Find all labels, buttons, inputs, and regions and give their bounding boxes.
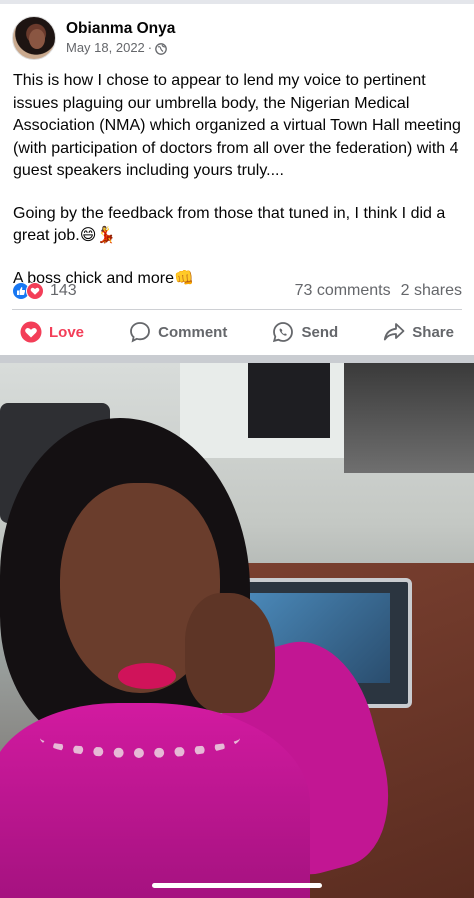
send-label: Send	[301, 323, 339, 341]
post-header: Obianma Onya May 18, 2022 ·	[12, 16, 175, 60]
author-info: Obianma Onya May 18, 2022 ·	[66, 19, 175, 57]
share-label: Share	[412, 323, 454, 341]
globe-icon[interactable]	[155, 42, 167, 55]
love-icon	[26, 282, 44, 300]
comment-label: Comment	[158, 323, 228, 341]
top-divider	[0, 0, 474, 4]
reaction-summary[interactable]: 143	[12, 282, 77, 300]
author-name[interactable]: Obianma Onya	[66, 19, 175, 39]
meta-separator: ·	[147, 40, 153, 55]
comment-button[interactable]: Comment	[121, 312, 235, 352]
engagement-bar: 143 73 comments 2 shares	[12, 280, 462, 302]
love-button[interactable]: Love	[12, 312, 92, 352]
whatsapp-send-icon	[272, 321, 294, 343]
share-arrow-icon	[383, 321, 405, 343]
reaction-count: 143	[50, 282, 77, 299]
feed-separator	[0, 355, 474, 363]
comment-icon	[129, 321, 151, 343]
author-avatar[interactable]	[12, 16, 56, 60]
post-body: This is how I chose to appear to lend my…	[13, 70, 465, 290]
post-date[interactable]: May 18, 2022	[66, 39, 145, 57]
actions-divider	[12, 309, 462, 310]
home-indicator[interactable]	[152, 883, 322, 888]
comments-count[interactable]: 73 comments	[295, 282, 391, 300]
post-paragraph-2: Going by the feedback from those that tu…	[13, 204, 446, 245]
send-button[interactable]: Send	[264, 312, 346, 352]
post-meta: May 18, 2022 ·	[66, 39, 175, 57]
post-stats: 73 comments 2 shares	[295, 282, 462, 300]
love-reaction-icon	[20, 321, 42, 343]
post-photo[interactable]	[0, 363, 474, 898]
love-label: Love	[49, 323, 85, 341]
share-button[interactable]: Share	[375, 312, 462, 352]
post-actions: Love Comment Send Share	[12, 312, 462, 352]
shares-count[interactable]: 2 shares	[401, 282, 462, 300]
post-paragraph-1: This is how I chose to appear to lend my…	[13, 72, 461, 179]
